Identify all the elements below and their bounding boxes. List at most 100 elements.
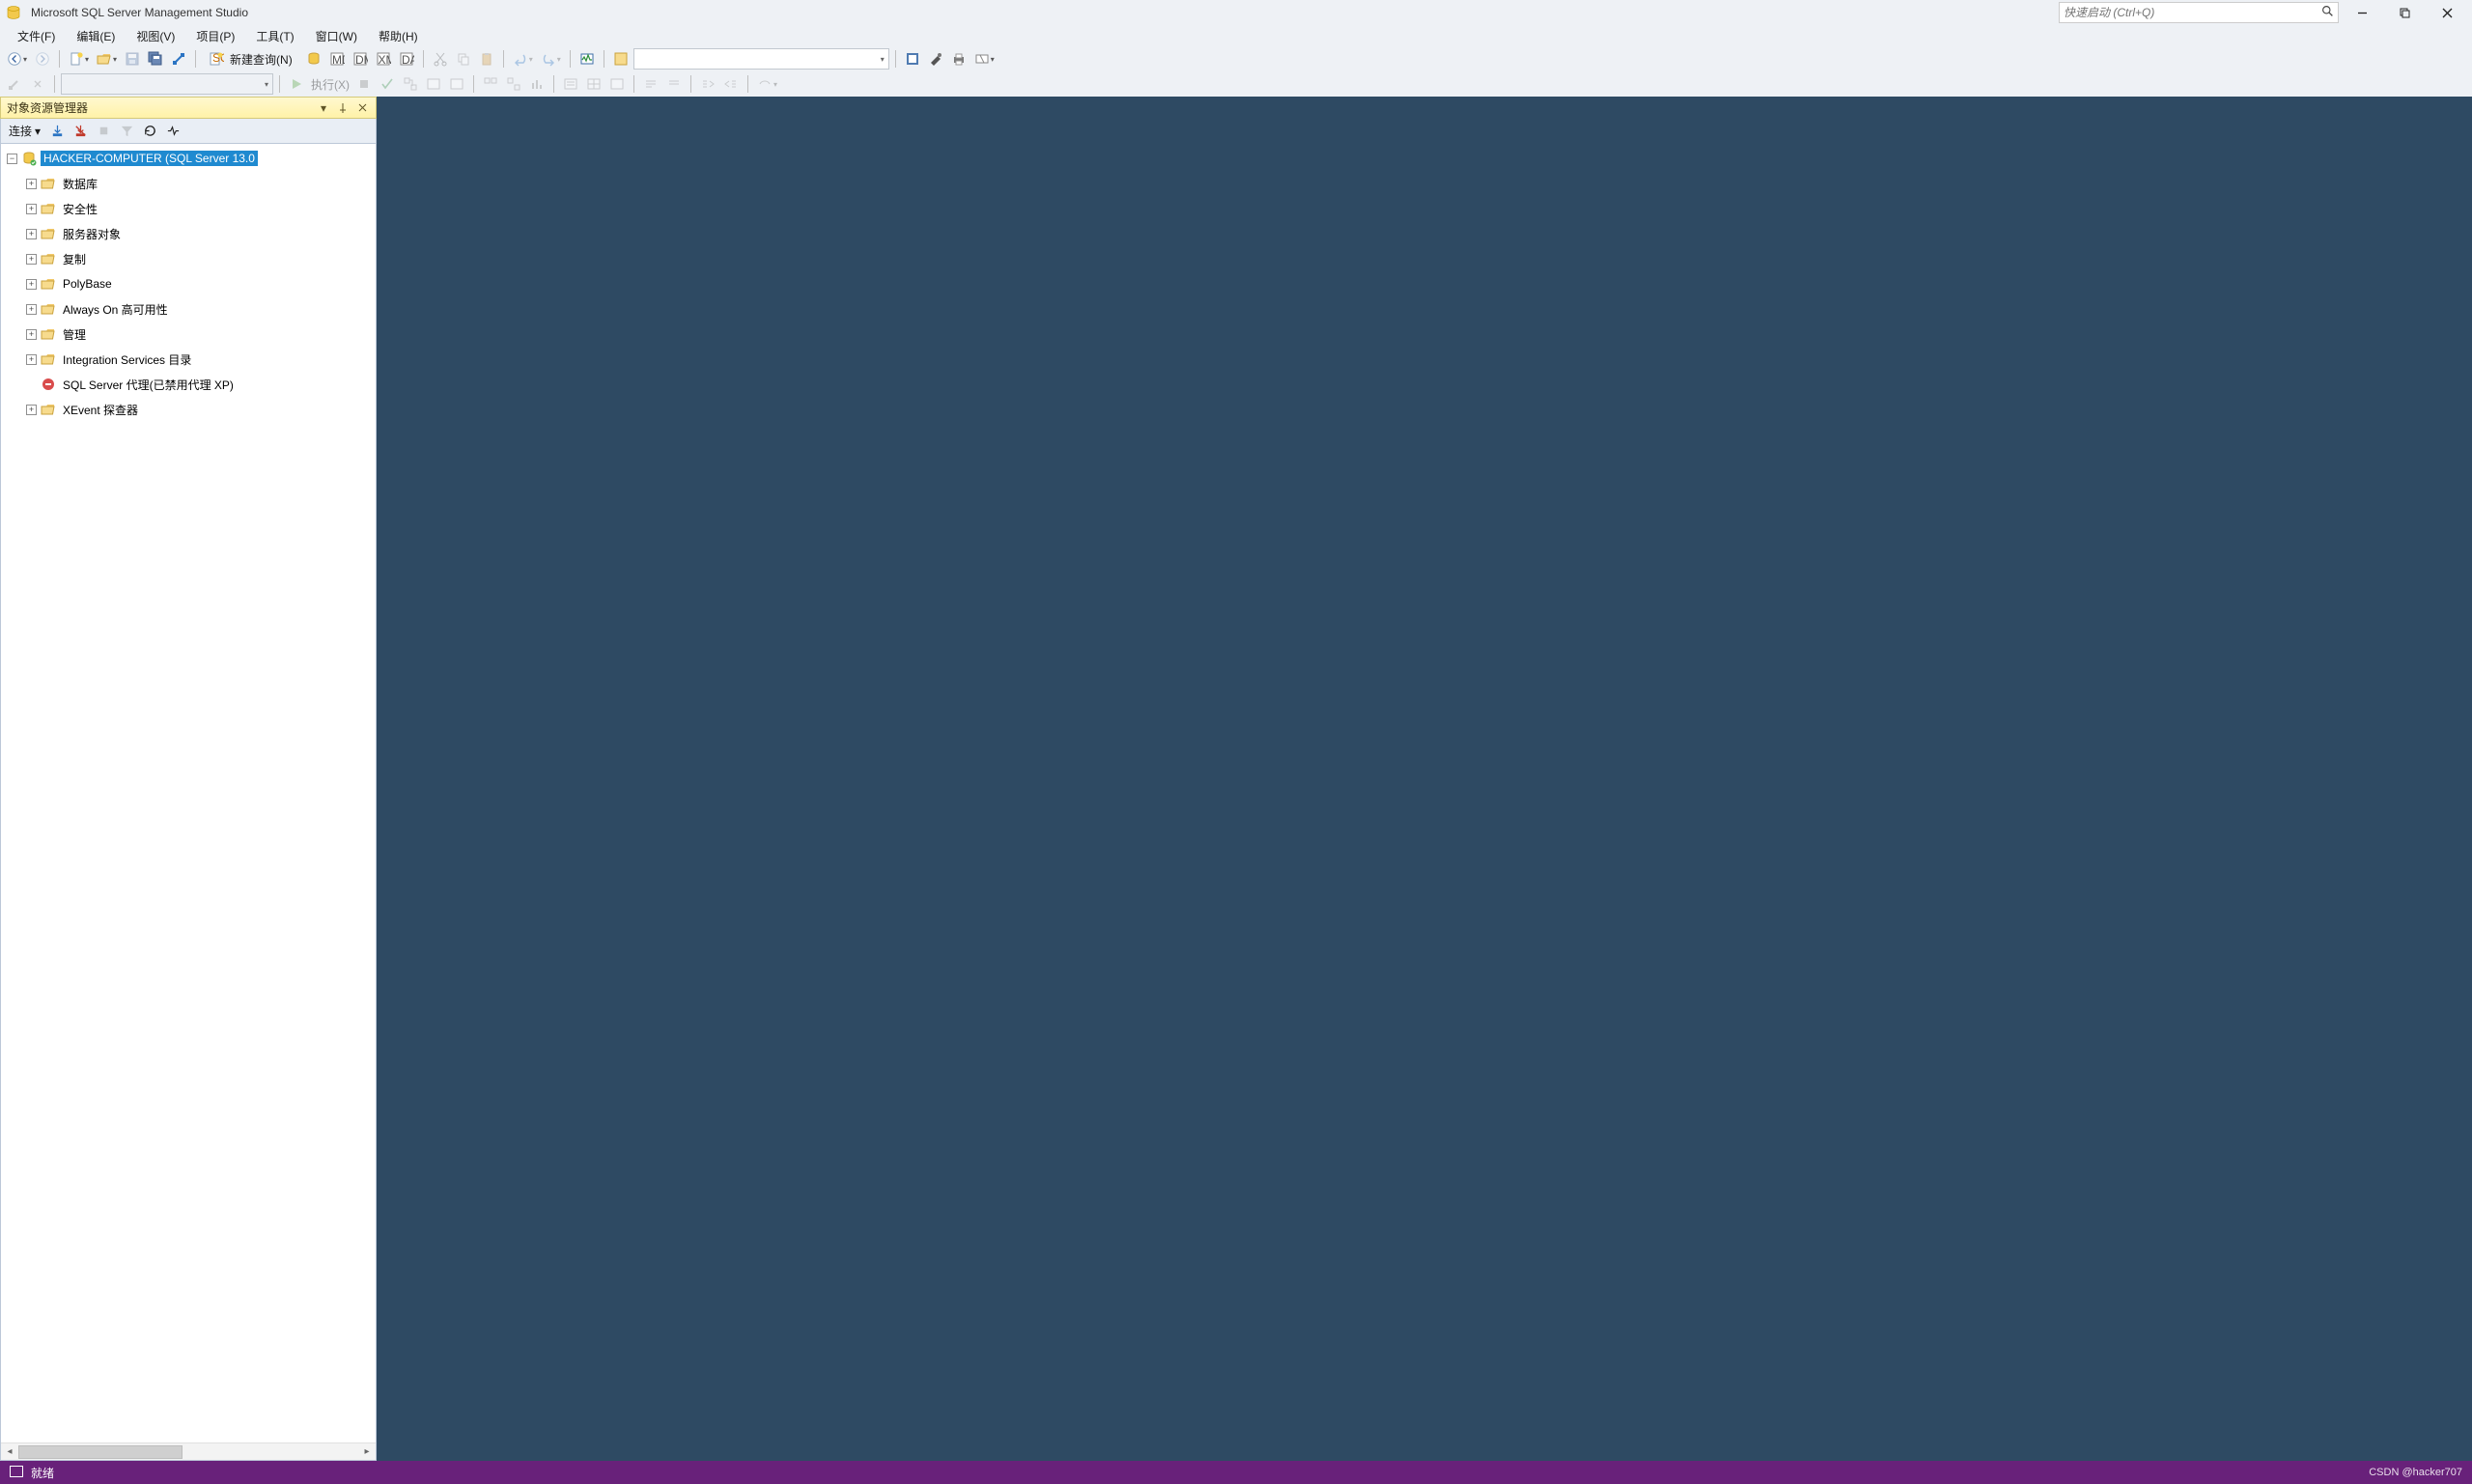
activity-monitor-button[interactable] [576, 48, 598, 70]
folder-icon [41, 301, 56, 317]
outdent-icon[interactable] [720, 73, 742, 95]
print-button[interactable] [948, 48, 969, 70]
expand-icon[interactable]: + [26, 405, 37, 415]
parse-icon[interactable] [377, 73, 398, 95]
menu-view[interactable]: 视图(V) [126, 26, 184, 46]
indent-icon[interactable] [697, 73, 718, 95]
auto-hide-pin-icon[interactable] [335, 100, 351, 116]
close-panel-icon[interactable] [354, 100, 370, 116]
expand-icon[interactable]: + [26, 304, 37, 315]
svg-text:DAX: DAX [402, 53, 414, 67]
connect-dropdown[interactable]: 连接▾ [5, 121, 44, 141]
tree-node[interactable]: SQL Server 代理(已禁用代理 XP) [1, 372, 376, 397]
include-actual-plan-icon[interactable] [480, 73, 501, 95]
open-file-button[interactable]: ▾ [94, 48, 120, 70]
maximize-button[interactable] [2385, 3, 2424, 22]
menu-tools[interactable]: 工具(T) [246, 26, 303, 46]
specify-values-icon[interactable]: ▾ [754, 73, 780, 95]
scroll-thumb[interactable] [18, 1445, 183, 1459]
object-explorer-header[interactable]: 对象资源管理器 ▾ [0, 97, 377, 119]
db-engine-query-button[interactable] [303, 48, 324, 70]
xmla-query-button[interactable]: XMLA [373, 48, 394, 70]
query-options-icon[interactable] [423, 73, 444, 95]
close-button[interactable] [2428, 3, 2466, 22]
window-position-icon[interactable]: ▾ [316, 100, 331, 116]
quick-launch-input[interactable] [2064, 6, 2318, 19]
registered-servers-button[interactable] [902, 48, 923, 70]
tree-node[interactable]: +复制 [1, 246, 376, 271]
menu-help[interactable]: 帮助(H) [369, 26, 428, 46]
scroll-left-icon[interactable]: ◂ [1, 1443, 18, 1461]
dmx-query-button[interactable]: DMX [350, 48, 371, 70]
menu-file[interactable]: 文件(F) [8, 26, 65, 46]
uncomment-icon[interactable] [663, 73, 685, 95]
svg-text:SQL: SQL [212, 51, 224, 65]
nav-forward-button[interactable] [32, 48, 53, 70]
quick-launch-box[interactable] [2059, 2, 2339, 23]
options-button[interactable] [925, 48, 946, 70]
expand-icon[interactable]: + [26, 354, 37, 365]
stop-action-icon[interactable] [93, 121, 114, 142]
new-query-label: 新建查询(N) [228, 51, 295, 68]
change-connection-button[interactable] [168, 48, 189, 70]
disconnect-icon[interactable] [27, 73, 48, 95]
expand-icon[interactable]: + [26, 179, 37, 189]
expand-icon[interactable]: + [26, 329, 37, 340]
live-query-stats-icon[interactable] [503, 73, 524, 95]
new-item-button[interactable]: ▾ [66, 48, 92, 70]
refresh-icon[interactable] [139, 121, 160, 142]
menu-window[interactable]: 窗口(W) [306, 26, 367, 46]
client-statistics-icon[interactable] [526, 73, 548, 95]
horizontal-scrollbar[interactable]: ◂ ▸ [1, 1442, 376, 1460]
template-browser-button[interactable] [610, 48, 632, 70]
redo-button[interactable]: ▾ [538, 48, 564, 70]
tree-node[interactable]: +Integration Services 目录 [1, 347, 376, 372]
mdx-query-button[interactable]: MDX [326, 48, 348, 70]
menu-project[interactable]: 项目(P) [186, 26, 244, 46]
filter-icon[interactable] [116, 121, 137, 142]
connect-icon[interactable] [4, 73, 25, 95]
expand-icon[interactable]: + [26, 229, 37, 239]
database-combo[interactable]: ▾ [633, 48, 889, 70]
disconnect-server-icon[interactable] [70, 121, 91, 142]
menu-edit[interactable]: 编辑(E) [67, 26, 125, 46]
connect-server-icon[interactable] [46, 121, 68, 142]
dax-query-button[interactable]: DAX [396, 48, 417, 70]
save-button[interactable] [122, 48, 143, 70]
estimated-plan-icon[interactable] [400, 73, 421, 95]
collapse-icon[interactable]: − [7, 154, 17, 164]
tree-node[interactable]: + PolyBase [1, 271, 376, 296]
comment-icon[interactable] [640, 73, 661, 95]
available-databases-combo[interactable]: ▾ [61, 73, 273, 95]
stop-icon[interactable] [353, 73, 375, 95]
object-explorer-toolbar: 连接▾ [0, 119, 377, 143]
execute-run-icon[interactable] [286, 73, 307, 95]
expand-icon[interactable]: + [26, 204, 37, 214]
expand-icon[interactable]: + [26, 279, 37, 290]
copy-button[interactable] [453, 48, 474, 70]
paste-button[interactable] [476, 48, 497, 70]
nav-back-button[interactable]: ▾ [4, 48, 30, 70]
results-to-text-icon[interactable] [560, 73, 581, 95]
cut-button[interactable] [430, 48, 451, 70]
tree-node[interactable]: +数据库 [1, 171, 376, 196]
tree-node[interactable]: +安全性 [1, 196, 376, 221]
tree-node-label: PolyBase [60, 276, 115, 292]
results-to-grid-icon[interactable] [583, 73, 604, 95]
new-query-button[interactable]: SQL 新建查询(N) [202, 48, 301, 70]
tree-node[interactable]: +Always On 高可用性 [1, 296, 376, 322]
results-to-file-icon[interactable] [606, 73, 628, 95]
tree-node[interactable]: +服务器对象 [1, 221, 376, 246]
intellisense-icon[interactable] [446, 73, 467, 95]
tree-node[interactable]: +管理 [1, 322, 376, 347]
display-estimated-plan-button[interactable]: ▾ [971, 48, 997, 70]
save-all-button[interactable] [145, 48, 166, 70]
object-explorer-tree[interactable]: − HACKER-COMPUTER (SQL Server 13.0 +数据库+… [1, 144, 376, 1442]
tree-root-node[interactable]: − HACKER-COMPUTER (SQL Server 13.0 [1, 146, 376, 171]
activity-icon[interactable] [162, 121, 183, 142]
scroll-right-icon[interactable]: ▸ [358, 1443, 376, 1461]
undo-button[interactable]: ▾ [510, 48, 536, 70]
expand-icon[interactable]: + [26, 254, 37, 265]
minimize-button[interactable] [2343, 3, 2381, 22]
tree-node[interactable]: +XEvent 探查器 [1, 397, 376, 422]
